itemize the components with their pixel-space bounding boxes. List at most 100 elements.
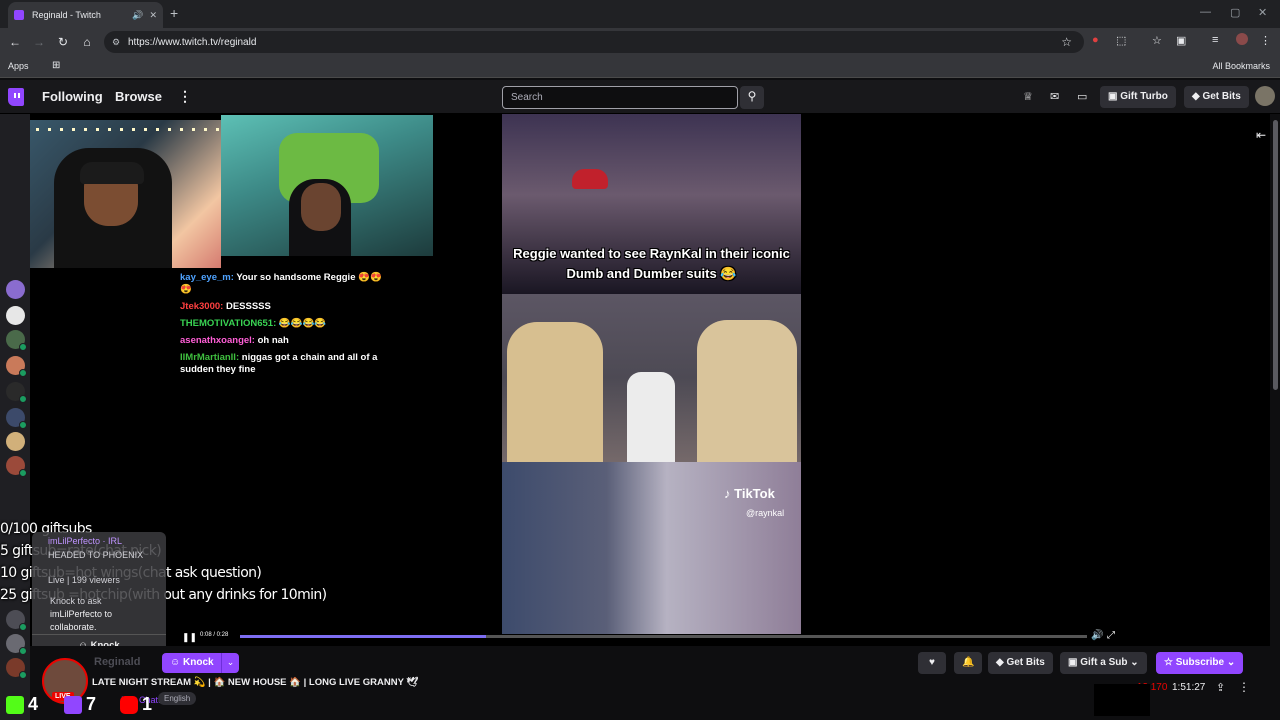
close-window-icon[interactable]: ✕ — [1258, 6, 1267, 19]
twitch-counter: 7 — [64, 694, 96, 715]
followed-channel-avatar[interactable] — [6, 634, 27, 655]
followed-channel-avatar[interactable] — [6, 382, 27, 403]
forward-icon[interactable]: → — [27, 35, 51, 49]
chat-message: DESSSSS — [225, 301, 271, 312]
new-tab-icon[interactable]: + — [170, 5, 178, 21]
kick-logo-icon — [6, 695, 24, 714]
knock-icon: ☺ — [170, 657, 183, 668]
knock-button[interactable]: ☺ Knock — [162, 653, 222, 673]
chat-line: THEMOTIVATION651: 😂😂😂😂 — [180, 318, 390, 330]
collapse-chat-icon[interactable]: ⇤ — [1256, 128, 1266, 142]
followed-channel-avatar[interactable] — [6, 432, 25, 451]
scrollbar-thumb[interactable] — [1273, 120, 1278, 390]
chat-username: THEMOTIVATION651: — [180, 318, 277, 329]
all-bookmarks-link[interactable]: All Bookmarks — [1212, 61, 1270, 71]
chat-message: oh nah — [257, 335, 289, 346]
pause-icon[interactable]: ❚❚ — [182, 632, 197, 643]
followed-channel-avatar[interactable] — [6, 658, 27, 679]
extension-red-icon[interactable]: ● — [1092, 34, 1099, 46]
home-icon[interactable]: ⌂ — [75, 35, 99, 49]
inbox-icon[interactable]: ✉ — [1050, 90, 1059, 103]
chat-message: 😂😂😂😂 — [278, 318, 327, 329]
maximize-icon[interactable]: ▢ — [1230, 6, 1240, 19]
followed-channel-avatar[interactable] — [6, 408, 27, 429]
overlay-ticker-graphic — [1094, 684, 1150, 716]
gift-turbo-button[interactable]: ▣ Gift Turbo — [1100, 86, 1176, 108]
followed-channel-avatar[interactable] — [6, 456, 27, 477]
search-icon[interactable]: ⚲ — [740, 86, 764, 109]
get-bits-info-label: Get Bits — [1006, 657, 1045, 668]
share-icon[interactable]: ⇪ — [1216, 681, 1225, 694]
notifications-bell-icon[interactable]: 🔔 — [954, 652, 982, 674]
get-bits-info-button[interactable]: ◆ Get Bits — [988, 652, 1053, 674]
twitch-logo-icon[interactable] — [8, 88, 24, 106]
whispers-icon[interactable]: ▭ — [1077, 90, 1087, 103]
red-cap — [572, 169, 608, 189]
bookmarks-icon[interactable]: ☆ — [1152, 34, 1162, 47]
popup-text: imLilPerfecto to — [50, 609, 113, 619]
followed-channel-avatar[interactable] — [6, 306, 25, 325]
followed-channel-avatar[interactable] — [6, 356, 27, 377]
nav-following[interactable]: Following — [42, 89, 103, 104]
popup-viewers: Live | 199 viewers — [48, 575, 120, 585]
followed-channel-avatar[interactable] — [6, 330, 27, 351]
volume-icon[interactable]: 🔊 — [1091, 630, 1103, 641]
chevron-down-icon[interactable]: ⌄ — [221, 653, 239, 673]
extensions-puzzle-icon[interactable]: ⬚ — [1116, 34, 1126, 47]
close-tab-icon[interactable]: ✕ — [149, 10, 157, 21]
white-shirt — [627, 372, 675, 462]
gift-icon: ▣ — [1068, 657, 1081, 668]
bookmark-star-icon[interactable]: ☆ — [1061, 35, 1072, 49]
user-avatar[interactable] — [1255, 86, 1275, 106]
minimize-icon[interactable]: — — [1200, 6, 1211, 18]
follow-heart-icon[interactable]: ♥ — [918, 652, 946, 674]
chevron-down-icon: ⌄ — [1127, 657, 1139, 668]
get-bits-button[interactable]: ◆ Get Bits — [1184, 86, 1249, 108]
tiktok-watermark: ♪ TikTok — [724, 486, 775, 501]
back-icon[interactable]: ← — [3, 35, 27, 49]
site-info-icon[interactable]: ⚙ — [112, 37, 120, 48]
chat-username: Jtek3000: — [180, 301, 224, 312]
streamer-cap — [80, 162, 144, 184]
progress-bar[interactable] — [240, 635, 1087, 638]
subscribe-button[interactable]: ☆ Subscribe ⌄ — [1156, 652, 1244, 674]
get-bits-label: Get Bits — [1202, 91, 1241, 102]
tab-title: Reginald - Twitch — [32, 10, 101, 20]
gift-sub-label: Gift a Sub — [1080, 657, 1128, 668]
channel-name[interactable]: Reginald — [94, 656, 140, 668]
more-menu-icon[interactable]: ⋮ — [178, 88, 192, 105]
browser-menu-icon[interactable]: ⋮ — [1260, 34, 1271, 47]
reload-icon[interactable]: ↻ — [51, 35, 75, 49]
bits-icon: ◆ — [996, 657, 1007, 668]
youtube-logo-icon — [120, 695, 138, 714]
star-icon: ☆ — [1164, 657, 1176, 668]
followed-channel-avatar[interactable] — [6, 610, 27, 631]
twitch-top-nav: Following Browse ⋮ Search ⚲ ♕ ✉ ▭ ▣ Gift… — [0, 80, 1280, 114]
gift-icon: ▣ — [1108, 91, 1121, 102]
gift-turbo-label: Gift Turbo — [1120, 91, 1168, 102]
twitch-count: 7 — [86, 694, 97, 714]
gift-sub-button[interactable]: ▣ Gift a Sub ⌄ — [1060, 652, 1147, 674]
search-input[interactable]: Search — [502, 86, 738, 109]
chat-username: kay_eye_m: — [180, 272, 234, 283]
browser-tab[interactable]: Reginald - Twitch 🔊 ✕ — [8, 2, 163, 28]
tiktok-label: TikTok — [734, 486, 775, 501]
url-text: https://www.twitch.tv/reginald — [128, 36, 257, 48]
url-field[interactable]: ⚙ https://www.twitch.tv/reginald ☆ — [104, 31, 1084, 53]
nav-browse[interactable]: Browse — [115, 89, 162, 104]
side-panel-icon[interactable]: ▣ — [1176, 34, 1186, 47]
fullscreen-icon[interactable]: ⤢ — [1107, 630, 1115, 641]
chat-username: asenathxoangel: — [180, 335, 255, 346]
followed-channel-avatar[interactable] — [6, 280, 25, 299]
apps-bookmark[interactable]: Apps — [8, 61, 29, 71]
tan-suit-left — [507, 322, 603, 462]
grid-icon[interactable]: ⊞ — [52, 60, 60, 71]
speaker-icon[interactable]: 🔊 — [132, 10, 143, 21]
kick-count: 4 — [28, 694, 39, 714]
language-tag[interactable]: English — [158, 692, 197, 705]
more-options-icon[interactable]: ⋮ — [1238, 680, 1250, 694]
page-scrollbar[interactable] — [1271, 114, 1280, 646]
profile-avatar[interactable] — [1236, 33, 1248, 45]
crown-icon[interactable]: ♕ — [1023, 90, 1033, 103]
media-icon[interactable]: ≡ — [1212, 34, 1218, 46]
